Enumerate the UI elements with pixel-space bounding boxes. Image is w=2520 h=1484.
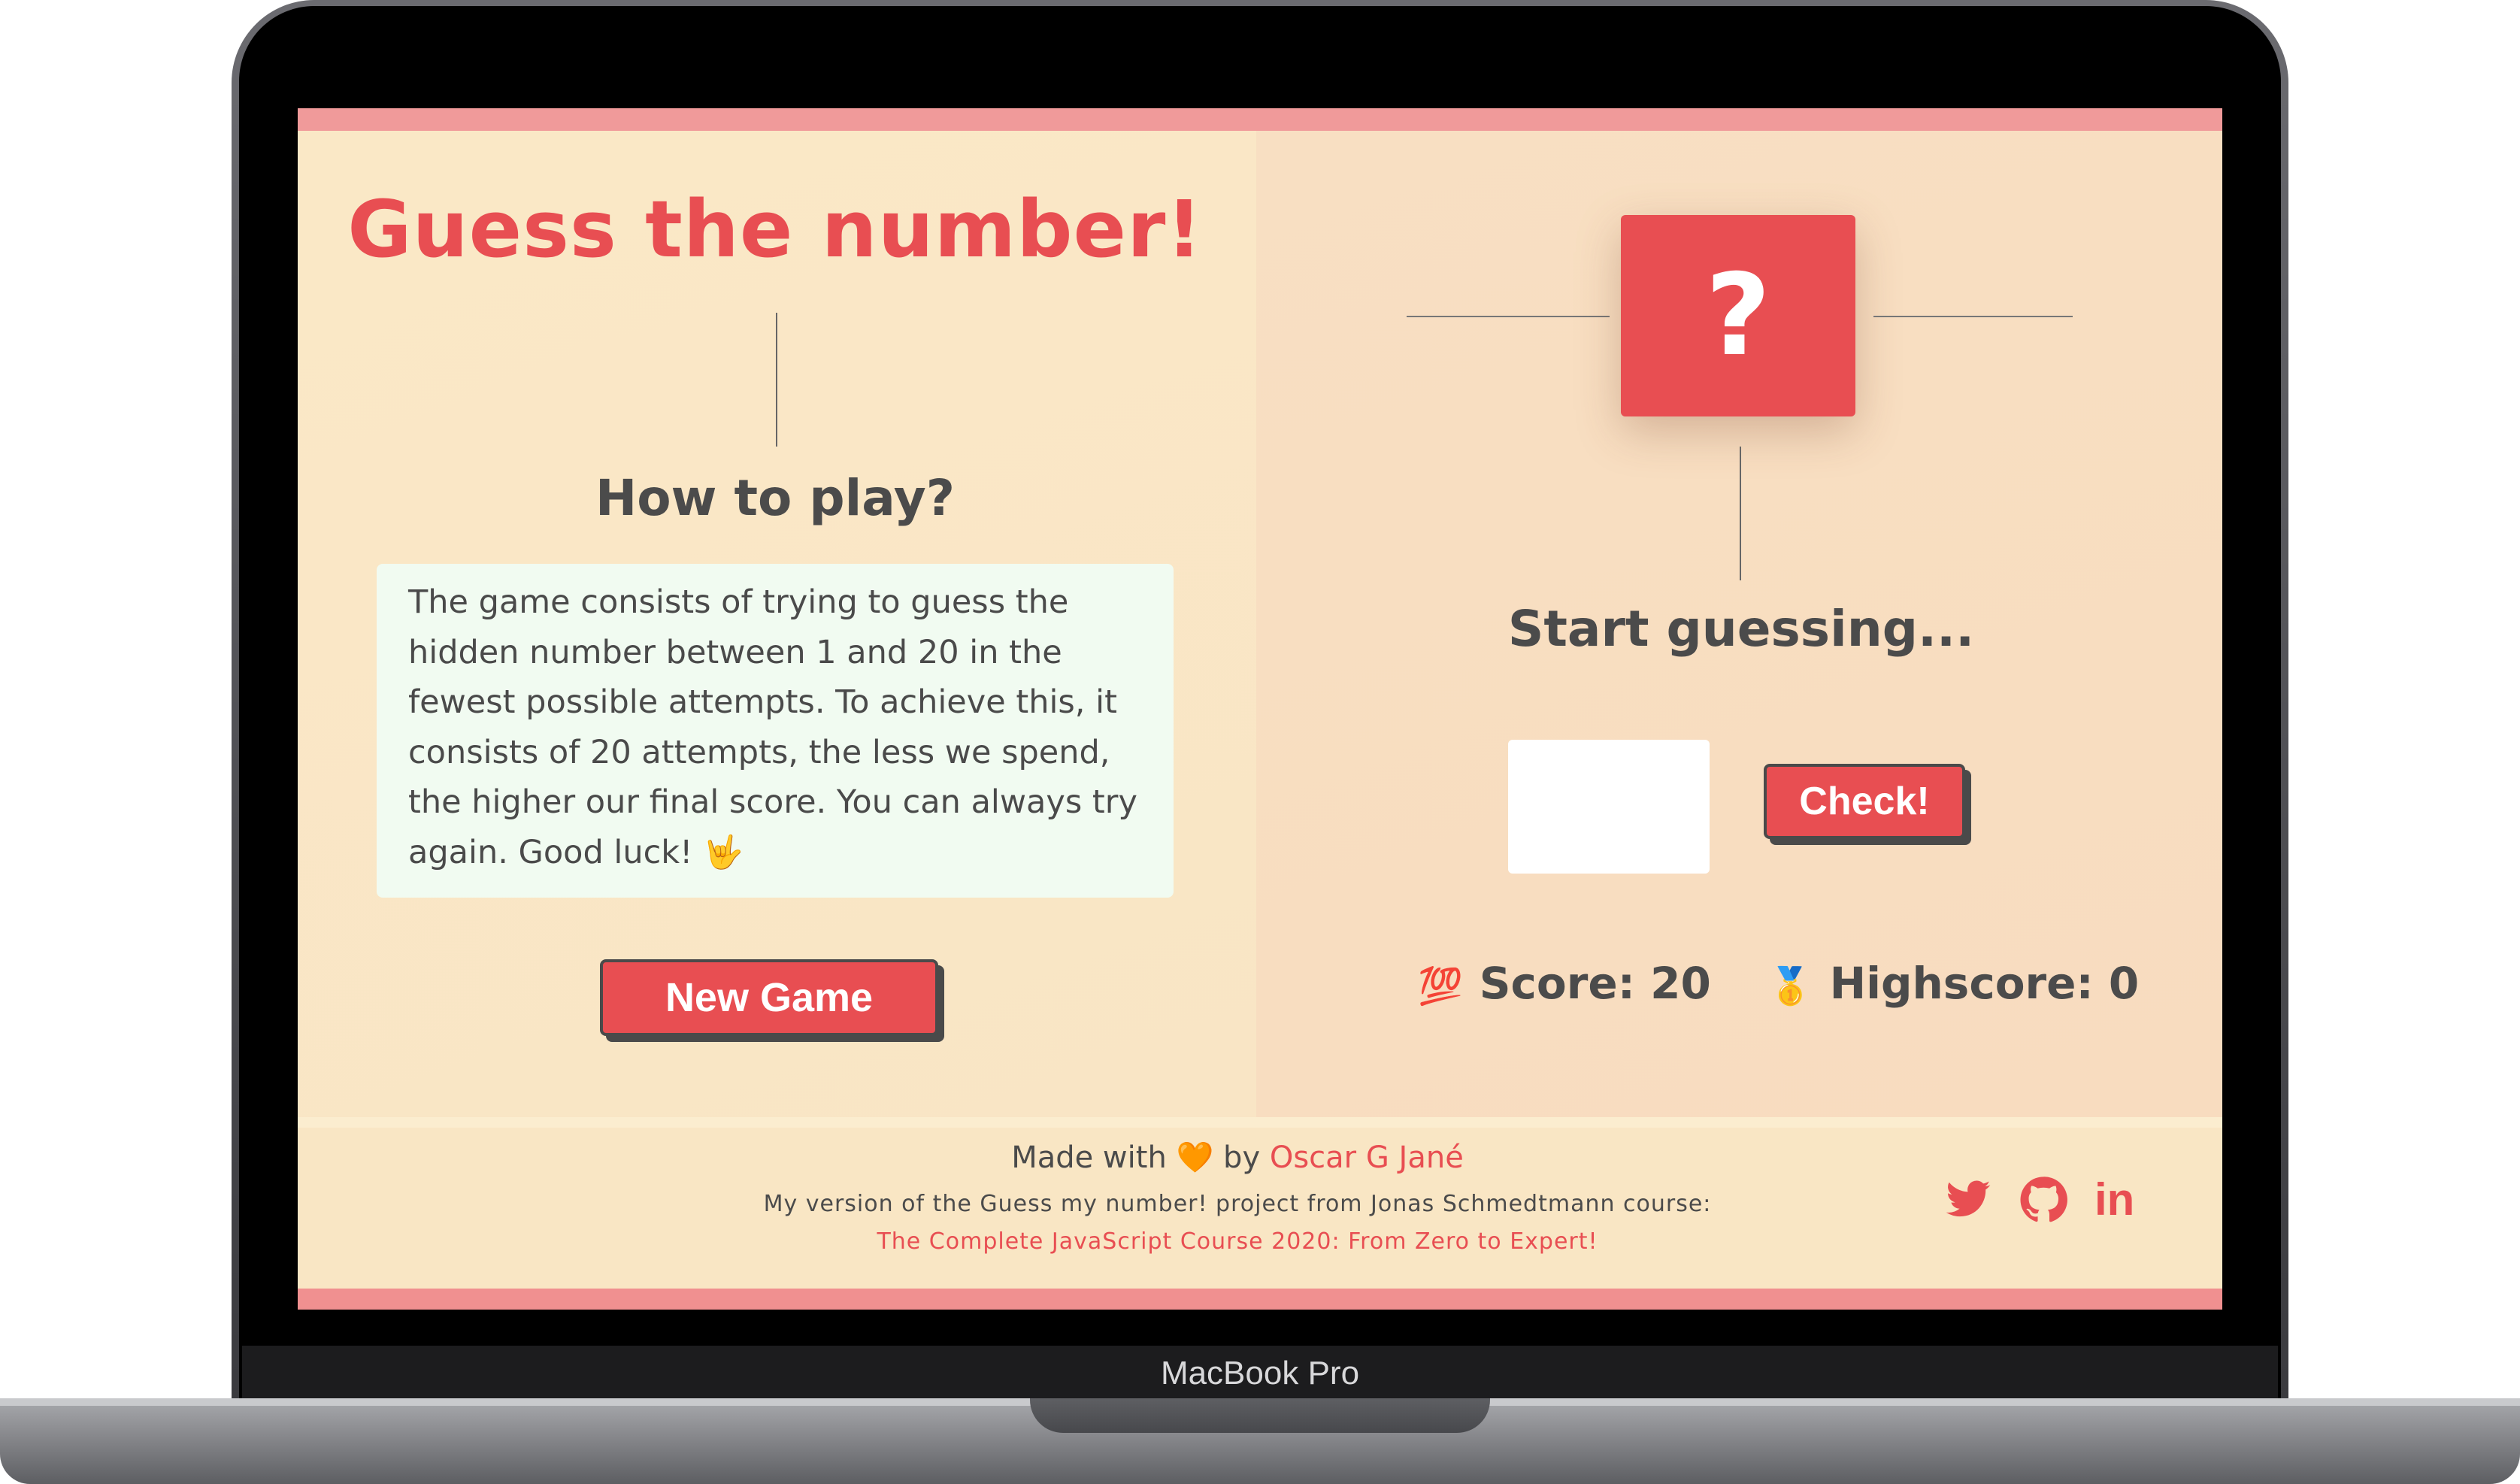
top-accent-bar	[298, 108, 2222, 131]
divider-line-right	[1873, 316, 2073, 317]
hidden-number-box: ?	[1621, 215, 1855, 416]
divider-line-left	[1407, 316, 1610, 317]
author-link[interactable]: Oscar G Jané	[1270, 1140, 1464, 1175]
made-with-line: Made with 🧡 by Oscar G Jané	[298, 1140, 2177, 1175]
course-link[interactable]: The Complete JavaScript Course 2020: Fro…	[298, 1228, 2177, 1255]
twitter-icon[interactable]	[1944, 1176, 1992, 1224]
browser-viewport: Guess the number! How to play? The game …	[298, 108, 2222, 1310]
score-row: 💯 Score: 20 🥇 Highscore: 0	[1418, 958, 2139, 1009]
made-with-text: Made with	[1011, 1140, 1167, 1175]
footer-description: My version of the Guess my number! proje…	[763, 1191, 1712, 1217]
how-to-play-heading: How to play?	[595, 469, 956, 527]
page-title: Guess the number!	[347, 183, 1203, 275]
divider-line-vertical	[1740, 447, 1741, 580]
status-message: Start guessing...	[1507, 600, 1975, 658]
gold-medal-icon: 🥇	[1767, 965, 1813, 1007]
device-brand-label: MacBook Pro	[1160, 1355, 1360, 1392]
made-by-text: by	[1223, 1140, 1261, 1175]
bottom-accent-bar	[298, 1289, 2222, 1310]
divider-line	[776, 313, 777, 447]
linkedin-icon[interactable]: in	[2094, 1176, 2143, 1224]
highscore-label: Highscore: 0	[1829, 958, 2140, 1009]
check-button[interactable]: Check!	[1764, 764, 1965, 839]
heart-icon: 🧡	[1176, 1140, 1214, 1175]
guess-input[interactable]	[1508, 740, 1710, 874]
laptop-opening-notch	[1030, 1398, 1490, 1433]
new-game-button[interactable]: New Game	[600, 959, 938, 1036]
github-icon[interactable]	[2019, 1176, 2067, 1224]
hundred-points-icon: 💯	[1418, 965, 1463, 1007]
score-label: Score: 20	[1479, 958, 1711, 1009]
rules-text: The game consists of trying to guess the…	[377, 564, 1174, 898]
